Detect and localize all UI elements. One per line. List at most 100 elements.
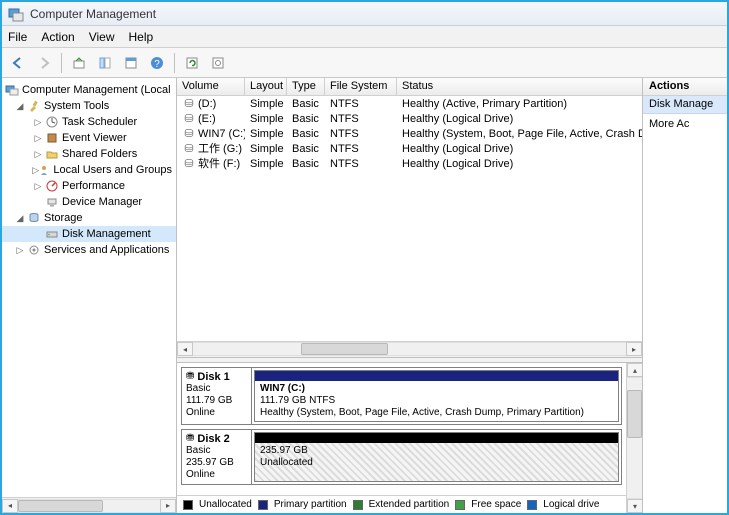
- performance-icon: [44, 179, 60, 193]
- legend-unallocated-icon: [183, 500, 193, 510]
- scrollbar-thumb[interactable]: [627, 390, 642, 438]
- tree-local-users[interactable]: ▷ Local Users and Groups: [2, 162, 176, 178]
- help-button[interactable]: ?: [145, 51, 169, 75]
- col-fs[interactable]: File System: [325, 78, 397, 95]
- disk-graphical-main: ⛃Disk 1Basic111.79 GBOnlineWIN7 (C:)111.…: [177, 363, 626, 513]
- volume-row[interactable]: ⛁WIN7 (C:)SimpleBasicNTFSHealthy (System…: [177, 127, 642, 142]
- expand-icon[interactable]: ▷: [14, 242, 26, 258]
- svg-text:?: ?: [154, 59, 160, 70]
- tree-device-manager[interactable]: Device Manager: [2, 194, 176, 210]
- expand-icon[interactable]: ▷: [32, 162, 39, 178]
- volume-horizontal-scrollbar[interactable]: ◂ ▸: [177, 341, 642, 357]
- expand-icon[interactable]: ▷: [32, 130, 44, 146]
- legend-extended-icon: [353, 500, 363, 510]
- volume-list-body[interactable]: ⛁(D:)SimpleBasicNTFSHealthy (Active, Pri…: [177, 96, 642, 341]
- volume-row[interactable]: ⛁工作 (G:)SimpleBasicNTFSHealthy (Logical …: [177, 142, 642, 157]
- menu-view[interactable]: View: [89, 30, 115, 44]
- volume-row[interactable]: ⛁(E:)SimpleBasicNTFSHealthy (Logical Dri…: [177, 112, 642, 127]
- tree-root[interactable]: Computer Management (Local: [2, 82, 176, 98]
- device-icon: [44, 195, 60, 209]
- scroll-up-button[interactable]: ▴: [627, 363, 642, 377]
- volume-row[interactable]: ⛁(D:)SimpleBasicNTFSHealthy (Active, Pri…: [177, 97, 642, 112]
- disk-icon: ⛃: [186, 371, 194, 383]
- scroll-left-button[interactable]: ◂: [177, 342, 193, 356]
- drive-icon: ⛁: [182, 157, 196, 172]
- scroll-down-button[interactable]: ▾: [627, 499, 642, 513]
- partition[interactable]: WIN7 (C:)111.79 GB NTFSHealthy (System, …: [254, 370, 619, 422]
- settings-button[interactable]: [206, 51, 230, 75]
- up-button[interactable]: [67, 51, 91, 75]
- scrollbar-thumb[interactable]: [301, 343, 388, 355]
- tree-services-apps[interactable]: ▷ Services and Applications: [2, 242, 176, 258]
- partition-container: WIN7 (C:)111.79 GB NTFSHealthy (System, …: [252, 368, 621, 424]
- tree-system-tools[interactable]: ◢ System Tools: [2, 98, 176, 114]
- disk-row[interactable]: ⛃Disk 1Basic111.79 GBOnlineWIN7 (C:)111.…: [181, 367, 622, 425]
- expand-icon[interactable]: ▷: [32, 178, 44, 194]
- disk-vertical-scrollbar[interactable]: ▴ ▾: [626, 363, 642, 513]
- forward-button[interactable]: [32, 51, 56, 75]
- collapse-icon[interactable]: ◢: [14, 98, 26, 114]
- tree-performance[interactable]: ▷ Performance: [2, 178, 176, 194]
- col-volume[interactable]: Volume: [177, 78, 245, 95]
- tree-label: Services and Applications: [44, 242, 169, 258]
- drive-icon: ⛁: [182, 112, 196, 127]
- scroll-right-button[interactable]: ▸: [626, 342, 642, 356]
- tree-shared-folders[interactable]: ▷ Shared Folders: [2, 146, 176, 162]
- tree-label: System Tools: [44, 98, 109, 114]
- scrollbar-track[interactable]: [18, 499, 160, 513]
- clock-icon: [44, 115, 60, 129]
- col-status[interactable]: Status: [397, 78, 642, 95]
- scroll-left-button[interactable]: ◂: [2, 499, 18, 513]
- properties-button[interactable]: [119, 51, 143, 75]
- tree-label: Shared Folders: [62, 146, 137, 162]
- actions-more-label: More Ac: [649, 118, 689, 130]
- partition[interactable]: 235.97 GBUnallocated: [254, 432, 619, 482]
- drive-icon: ⛁: [182, 142, 196, 157]
- col-layout[interactable]: Layout: [245, 78, 287, 95]
- disk-graphical-view: ⛃Disk 1Basic111.79 GBOnlineWIN7 (C:)111.…: [177, 363, 642, 513]
- partition-header: [255, 371, 618, 381]
- tree-event-viewer[interactable]: ▷ Event Viewer: [2, 130, 176, 146]
- app-icon: [8, 6, 24, 22]
- menu-help[interactable]: Help: [129, 30, 154, 44]
- expand-icon[interactable]: ▷: [32, 114, 44, 130]
- expand-icon[interactable]: ▷: [32, 146, 44, 162]
- scrollbar-track[interactable]: [193, 342, 626, 356]
- partition-body: WIN7 (C:)111.79 GB NTFSHealthy (System, …: [255, 381, 618, 421]
- tree-label: Local Users and Groups: [53, 162, 172, 178]
- tools-icon: [26, 99, 42, 113]
- legend-free-icon: [455, 500, 465, 510]
- tree-storage[interactable]: ◢ Storage: [2, 210, 176, 226]
- volume-list: Volume Layout Type File System Status ⛁(…: [177, 78, 642, 357]
- collapse-icon[interactable]: ◢: [14, 210, 26, 226]
- show-hide-tree-button[interactable]: [93, 51, 117, 75]
- refresh-button[interactable]: [180, 51, 204, 75]
- col-type[interactable]: Type: [287, 78, 325, 95]
- tree-horizontal-scrollbar[interactable]: ◂ ▸: [2, 497, 176, 513]
- disk-rows-container[interactable]: ⛃Disk 1Basic111.79 GBOnlineWIN7 (C:)111.…: [177, 363, 626, 495]
- users-icon: [39, 163, 51, 177]
- actions-pane: Actions Disk Manage More Ac: [642, 78, 727, 513]
- scroll-right-button[interactable]: ▸: [160, 499, 176, 513]
- disk-row[interactable]: ⛃Disk 2Basic235.97 GBOnline235.97 GBUnal…: [181, 429, 622, 485]
- disk-label: ⛃Disk 1Basic111.79 GBOnline: [182, 368, 252, 424]
- title-bar: Computer Management: [2, 2, 727, 26]
- menu-file[interactable]: File: [8, 30, 27, 44]
- volume-list-header[interactable]: Volume Layout Type File System Status: [177, 78, 642, 96]
- volume-row[interactable]: ⛁软件 (F:)SimpleBasicNTFSHealthy (Logical …: [177, 157, 642, 172]
- tree-task-scheduler[interactable]: ▷ Task Scheduler: [2, 114, 176, 130]
- scrollbar-thumb[interactable]: [18, 500, 103, 512]
- tree-label: Device Manager: [62, 194, 142, 210]
- services-icon: [26, 243, 42, 257]
- menu-action[interactable]: Action: [41, 30, 74, 44]
- tree-label: Computer Management (Local: [22, 82, 171, 98]
- back-button[interactable]: [6, 51, 30, 75]
- legend-logical-icon: [527, 500, 537, 510]
- storage-icon: [26, 211, 42, 225]
- disk-icon: ⛃: [186, 433, 194, 445]
- actions-context[interactable]: Disk Manage: [643, 96, 727, 114]
- scrollbar-track[interactable]: [627, 377, 642, 499]
- actions-more[interactable]: More Ac: [643, 114, 727, 134]
- tree-disk-management[interactable]: Disk Management: [2, 226, 176, 242]
- navigation-tree[interactable]: Computer Management (Local ◢ System Tool…: [2, 78, 176, 258]
